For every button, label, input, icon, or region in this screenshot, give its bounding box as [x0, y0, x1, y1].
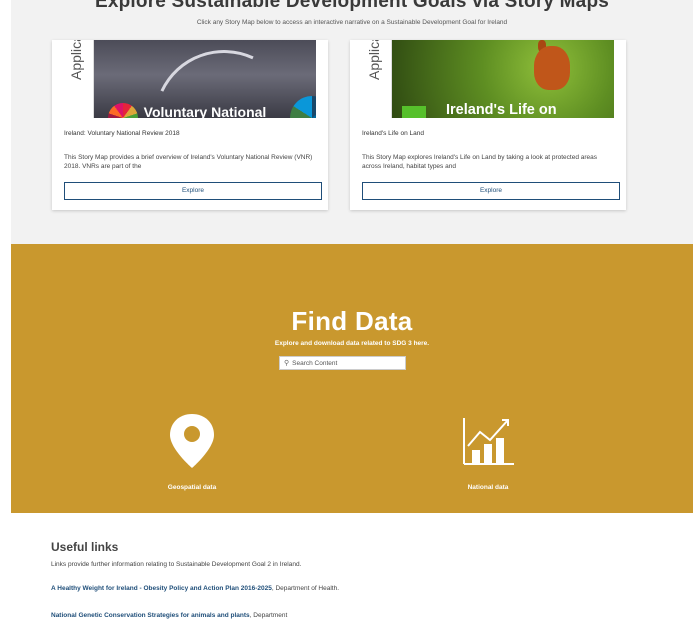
find-data-subtitle: Explore and download data related to SDG… — [274, 340, 430, 347]
useful-link-suffix: , Department — [249, 612, 288, 619]
story-maps-title: Explore Sustainable Development Goals vi… — [94, 0, 610, 12]
story-map-thumbnail[interactable]: Applica Voluntary National — [64, 40, 316, 118]
useful-link[interactable]: A Healthy Weight for Ireland - Obesity P… — [51, 585, 272, 592]
thumbnail-overlay-text: Ireland's Life on — [446, 102, 557, 118]
geospatial-data-link[interactable]: Geospatial data — [147, 412, 237, 491]
story-map-title: Ireland: Voluntary National Review 2018 — [64, 130, 180, 137]
thumbnail-strip-text: Applica — [366, 40, 382, 80]
explore-button[interactable]: Explore — [64, 182, 322, 200]
story-map-description: This Story Map provides a brief overview… — [64, 154, 313, 170]
thumbnail-strip-text: Applica — [68, 40, 84, 80]
story-map-title: Ireland's Life on Land — [362, 130, 424, 137]
useful-link[interactable]: National Genetic Conservation Strategies… — [51, 612, 250, 619]
squirrel-graphic — [534, 46, 570, 90]
thumbnail-strip: Applica — [64, 40, 94, 118]
bar-chart-trend-icon — [463, 418, 514, 465]
useful-links-section: Useful links Links provide further infor… — [11, 527, 693, 622]
story-maps-section: Explore Sustainable Development Goals vi… — [11, 0, 693, 244]
useful-links-description: Links provide further information relati… — [51, 561, 302, 568]
national-data-link[interactable]: National data — [443, 412, 533, 491]
find-data-section: Find Data Explore and download data rela… — [11, 244, 693, 513]
useful-link-suffix: , Department of Health. — [271, 585, 340, 592]
thumbnail-strip: Applica — [362, 40, 392, 118]
geospatial-data-label: Geospatial data — [167, 484, 217, 491]
useful-link-item: National Genetic Conservation Strategies… — [51, 612, 391, 621]
national-data-label: National data — [467, 484, 509, 491]
search-box[interactable]: ⚲ — [279, 356, 406, 370]
story-map-card: Applica Voluntary National Ireland: Volu… — [52, 40, 328, 210]
story-map-card: Applica Ireland's Life on Ireland's Life… — [350, 40, 626, 210]
story-map-thumbnail[interactable]: Applica Ireland's Life on — [362, 40, 614, 118]
story-map-description: This Story Map explores Ireland's Life o… — [362, 154, 598, 170]
map-pin-icon — [170, 414, 214, 468]
sdg-badge-icon — [402, 106, 426, 118]
story-maps-subtitle: Click any Story Map below to access an i… — [196, 19, 508, 26]
search-icon: ⚲ — [284, 359, 290, 367]
thumbnail-overlay-text: Voluntary National — [143, 104, 267, 118]
explore-button[interactable]: Explore — [362, 182, 620, 200]
useful-links-title: Useful links — [51, 540, 119, 554]
search-input[interactable] — [292, 359, 393, 367]
find-data-title: Find Data — [291, 306, 413, 336]
useful-link-item: A Healthy Weight for Ireland - Obesity P… — [51, 585, 381, 594]
